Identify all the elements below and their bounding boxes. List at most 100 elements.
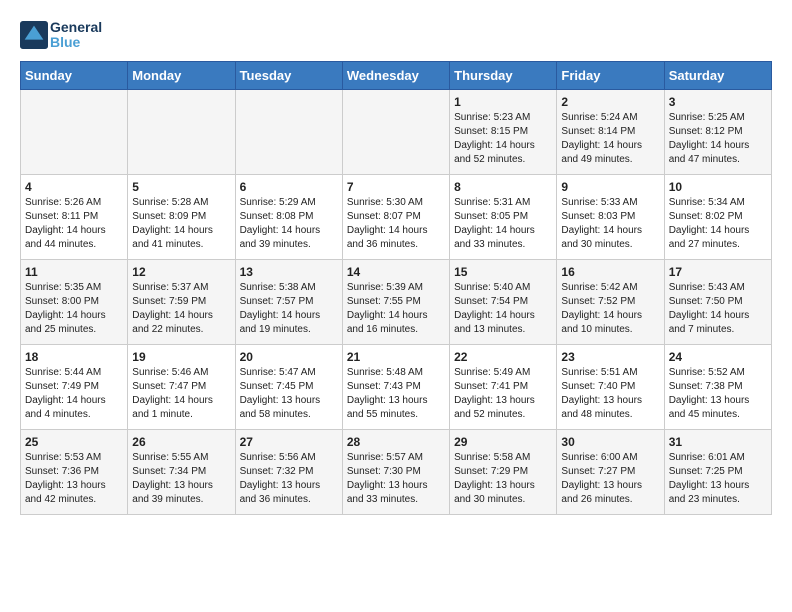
day-info: Sunrise: 5:30 AM Sunset: 8:07 PM Dayligh…: [347, 196, 445, 252]
calendar-cell: 15 Sunrise: 5:40 AM Sunset: 7:54 PM Dayli…: [450, 259, 557, 344]
day-info: Sunrise: 5:37 AM Sunset: 7:59 PM Dayligh…: [132, 281, 230, 337]
day-number: 25: [25, 435, 123, 449]
day-info: Sunrise: 5:33 AM Sunset: 8:03 PM Dayligh…: [561, 196, 659, 252]
calendar-cell: 10Sunrise: 5:34 AM Sunset: 8:02 PM Dayli…: [664, 174, 771, 259]
calendar-cell: 19Sunrise: 5:46 AM Sunset: 7:47 PM Dayli…: [128, 344, 235, 429]
calendar-cell: [128, 89, 235, 174]
calendar-cell: 3Sunrise: 5:25 AM Sunset: 8:12 PM Daylig…: [664, 89, 771, 174]
day-info: Sunrise: 5:31 AM Sunset: 8:05 PM Dayligh…: [454, 196, 552, 252]
day-number: 1: [454, 95, 552, 109]
logo: General Blue: [20, 20, 102, 51]
calendar-cell: 13Sunrise: 5:38 AM Sunset: 7:57 PM Dayli…: [235, 259, 342, 344]
logo-text-line1: General: [50, 20, 102, 35]
day-number: 31: [669, 435, 767, 449]
calendar-week-row: 1Sunrise: 5:23 AM Sunset: 8:15 PM Daylig…: [21, 89, 772, 174]
day-number: 20: [240, 350, 338, 364]
calendar-cell: 26 Sunrise: 5:55 AM Sunset: 7:34 PM Dayli…: [128, 429, 235, 514]
calendar-cell: 29 Sunrise: 5:58 AM Sunset: 7:29 PM Dayli…: [450, 429, 557, 514]
day-number: 26: [132, 435, 230, 449]
day-info: Sunrise: 5:34 AM Sunset: 8:02 PM Dayligh…: [669, 196, 767, 252]
day-number: 16: [561, 265, 659, 279]
day-number: 19: [132, 350, 230, 364]
day-info: Sunrise: 5:55 AM Sunset: 7:34 PM Dayligh…: [132, 451, 230, 507]
calendar-cell: 1Sunrise: 5:23 AM Sunset: 8:15 PM Daylig…: [450, 89, 557, 174]
weekday-header-wednesday: Wednesday: [342, 61, 449, 89]
weekday-header-saturday: Saturday: [664, 61, 771, 89]
logo-text-line2: Blue: [50, 35, 102, 50]
day-number: 4: [25, 180, 123, 194]
day-number: 23: [561, 350, 659, 364]
calendar-cell: 11 Sunrise: 5:35 AM Sunset: 8:00 PM Dayli…: [21, 259, 128, 344]
day-number: 7: [347, 180, 445, 194]
calendar-cell: 14 Sunrise: 5:39 AM Sunset: 7:55 PM Dayli…: [342, 259, 449, 344]
day-number: 3: [669, 95, 767, 109]
day-info: Sunrise: 5:39 AM Sunset: 7:55 PM Dayligh…: [347, 281, 445, 337]
day-info: Sunrise: 5:35 AM Sunset: 8:00 PM Dayligh…: [25, 281, 123, 337]
day-number: 11: [25, 265, 123, 279]
day-number: 14: [347, 265, 445, 279]
calendar-cell: 12Sunrise: 5:37 AM Sunset: 7:59 PM Dayli…: [128, 259, 235, 344]
day-number: 13: [240, 265, 338, 279]
logo-icon: [20, 21, 48, 49]
day-number: 15: [454, 265, 552, 279]
day-info: Sunrise: 6:01 AM Sunset: 7:25 PM Dayligh…: [669, 451, 767, 507]
day-info: Sunrise: 5:28 AM Sunset: 8:09 PM Dayligh…: [132, 196, 230, 252]
day-info: Sunrise: 5:43 AM Sunset: 7:50 PM Dayligh…: [669, 281, 767, 337]
day-number: 27: [240, 435, 338, 449]
day-number: 9: [561, 180, 659, 194]
day-number: 30: [561, 435, 659, 449]
day-info: Sunrise: 5:40 AM Sunset: 7:54 PM Dayligh…: [454, 281, 552, 337]
calendar-cell: 22 Sunrise: 5:49 AM Sunset: 7:41 PM Dayli…: [450, 344, 557, 429]
day-info: Sunrise: 5:42 AM Sunset: 7:52 PM Dayligh…: [561, 281, 659, 337]
calendar-week-row: 25 Sunrise: 5:53 AM Sunset: 7:36 PM Dayli…: [21, 429, 772, 514]
day-info: Sunrise: 5:48 AM Sunset: 7:43 PM Dayligh…: [347, 366, 445, 422]
calendar-cell: 4 Sunrise: 5:26 AM Sunset: 8:11 PM Daylig…: [21, 174, 128, 259]
day-number: 2: [561, 95, 659, 109]
calendar-cell: 27 Sunrise: 5:56 AM Sunset: 7:32 PM Dayli…: [235, 429, 342, 514]
calendar-table: SundayMondayTuesdayWednesdayThursdayFrid…: [20, 61, 772, 515]
calendar-cell: 18 Sunrise: 5:44 AM Sunset: 7:49 PM Dayli…: [21, 344, 128, 429]
calendar-cell: [342, 89, 449, 174]
calendar-week-row: 4 Sunrise: 5:26 AM Sunset: 8:11 PM Daylig…: [21, 174, 772, 259]
calendar-cell: [21, 89, 128, 174]
day-info: Sunrise: 5:47 AM Sunset: 7:45 PM Dayligh…: [240, 366, 338, 422]
weekday-header-friday: Friday: [557, 61, 664, 89]
calendar-cell: [235, 89, 342, 174]
calendar-cell: 31 Sunrise: 6:01 AM Sunset: 7:25 PM Dayli…: [664, 429, 771, 514]
calendar-cell: 30 Sunrise: 6:00 AM Sunset: 7:27 PM Dayli…: [557, 429, 664, 514]
day-info: Sunrise: 5:58 AM Sunset: 7:29 PM Dayligh…: [454, 451, 552, 507]
weekday-header-monday: Monday: [128, 61, 235, 89]
day-number: 21: [347, 350, 445, 364]
calendar-cell: 6Sunrise: 5:29 AM Sunset: 8:08 PM Daylig…: [235, 174, 342, 259]
day-info: Sunrise: 5:49 AM Sunset: 7:41 PM Dayligh…: [454, 366, 552, 422]
weekday-header-row: SundayMondayTuesdayWednesdayThursdayFrid…: [21, 61, 772, 89]
calendar-cell: 9 Sunrise: 5:33 AM Sunset: 8:03 PM Daylig…: [557, 174, 664, 259]
day-number: 29: [454, 435, 552, 449]
calendar-week-row: 18 Sunrise: 5:44 AM Sunset: 7:49 PM Dayli…: [21, 344, 772, 429]
day-info: Sunrise: 5:57 AM Sunset: 7:30 PM Dayligh…: [347, 451, 445, 507]
day-number: 17: [669, 265, 767, 279]
weekday-header-tuesday: Tuesday: [235, 61, 342, 89]
day-number: 28: [347, 435, 445, 449]
day-number: 8: [454, 180, 552, 194]
calendar-cell: 2 Sunrise: 5:24 AM Sunset: 8:14 PM Daylig…: [557, 89, 664, 174]
day-info: Sunrise: 5:52 AM Sunset: 7:38 PM Dayligh…: [669, 366, 767, 422]
calendar-cell: 28 Sunrise: 5:57 AM Sunset: 7:30 PM Dayli…: [342, 429, 449, 514]
calendar-cell: 20 Sunrise: 5:47 AM Sunset: 7:45 PM Dayli…: [235, 344, 342, 429]
day-number: 6: [240, 180, 338, 194]
calendar-cell: 8 Sunrise: 5:31 AM Sunset: 8:05 PM Daylig…: [450, 174, 557, 259]
day-info: Sunrise: 5:26 AM Sunset: 8:11 PM Dayligh…: [25, 196, 123, 252]
day-number: 22: [454, 350, 552, 364]
day-info: Sunrise: 5:24 AM Sunset: 8:14 PM Dayligh…: [561, 111, 659, 167]
day-info: Sunrise: 6:00 AM Sunset: 7:27 PM Dayligh…: [561, 451, 659, 507]
calendar-week-row: 11 Sunrise: 5:35 AM Sunset: 8:00 PM Dayli…: [21, 259, 772, 344]
calendar-cell: 17 Sunrise: 5:43 AM Sunset: 7:50 PM Dayli…: [664, 259, 771, 344]
day-info: Sunrise: 5:56 AM Sunset: 7:32 PM Dayligh…: [240, 451, 338, 507]
day-info: Sunrise: 5:51 AM Sunset: 7:40 PM Dayligh…: [561, 366, 659, 422]
calendar-cell: 7 Sunrise: 5:30 AM Sunset: 8:07 PM Daylig…: [342, 174, 449, 259]
day-info: Sunrise: 5:44 AM Sunset: 7:49 PM Dayligh…: [25, 366, 123, 422]
calendar-cell: 23 Sunrise: 5:51 AM Sunset: 7:40 PM Dayli…: [557, 344, 664, 429]
day-info: Sunrise: 5:53 AM Sunset: 7:36 PM Dayligh…: [25, 451, 123, 507]
day-number: 5: [132, 180, 230, 194]
day-number: 18: [25, 350, 123, 364]
